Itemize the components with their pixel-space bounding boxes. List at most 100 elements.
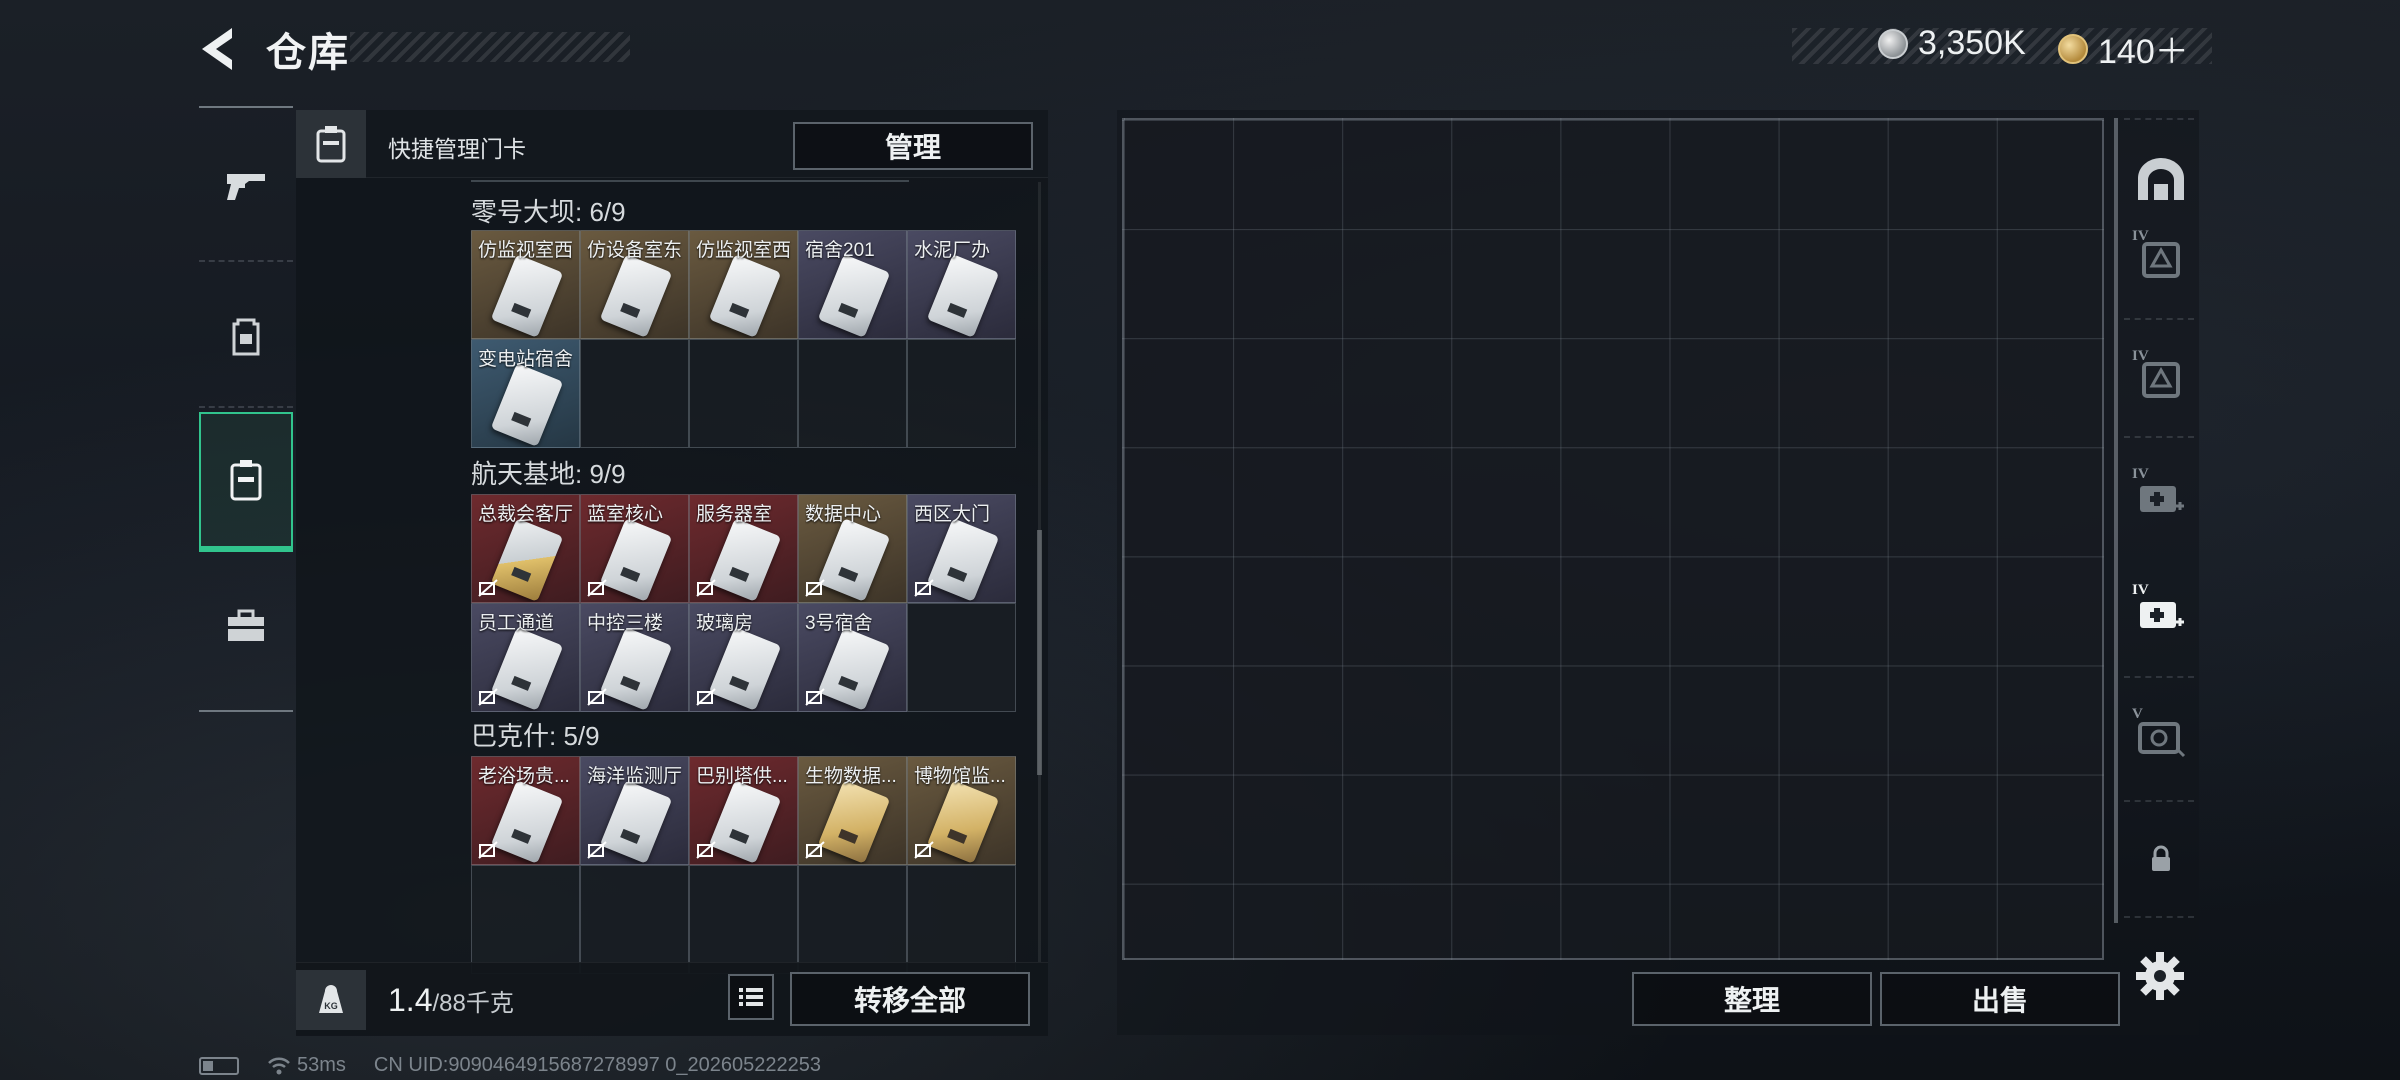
keycard-slot[interactable]: 西区大门 bbox=[907, 494, 1016, 603]
keycard-case-icon bbox=[230, 460, 262, 501]
storage-tab-vault[interactable] bbox=[2128, 146, 2194, 212]
silver-currency[interactable]: 3,350K bbox=[1878, 24, 2026, 63]
keycard-slot[interactable]: 博物馆监... bbox=[907, 756, 1016, 865]
nav-separator bbox=[199, 260, 293, 262]
keycard-slot[interactable]: 数据中心 bbox=[798, 494, 907, 603]
weight-icon: KG bbox=[319, 985, 343, 1013]
keycard-name: 蓝室核心 bbox=[587, 504, 664, 525]
keycard-scroll-thumb[interactable] bbox=[1037, 530, 1042, 775]
keycard-name: 总裁会客厅 bbox=[478, 504, 574, 525]
empty-slot[interactable] bbox=[798, 865, 907, 974]
keycard-slot[interactable]: 水泥厂办 bbox=[907, 230, 1016, 339]
keycard-slot[interactable]: 总裁会客厅 bbox=[471, 494, 580, 603]
keycard-icon bbox=[490, 363, 564, 447]
gold-currency[interactable]: 140＋ bbox=[2058, 24, 2189, 73]
nav-backpack[interactable] bbox=[199, 266, 293, 406]
silver-amount: 3,350K bbox=[1918, 24, 2026, 62]
gun-icon bbox=[227, 174, 265, 200]
empty-slot[interactable] bbox=[907, 603, 1016, 712]
keycard-icon bbox=[926, 254, 1000, 338]
weight-current: 1.4 bbox=[388, 982, 433, 1018]
keycard-name: 宿舍201 bbox=[805, 240, 875, 261]
keycard-name: 数据中心 bbox=[805, 504, 882, 525]
page-title: 仓库 bbox=[266, 31, 350, 75]
empty-slot[interactable] bbox=[689, 339, 798, 448]
storage-tab-locked[interactable] bbox=[2128, 826, 2194, 892]
untradeable-icon bbox=[696, 688, 716, 706]
untradeable-icon bbox=[805, 688, 825, 706]
keycard-slot[interactable]: 蓝室核心 bbox=[580, 494, 689, 603]
keycard-slot[interactable]: 服务器室 bbox=[689, 494, 798, 603]
keycard-name: 员工通道 bbox=[478, 613, 555, 634]
keycard-name: 中控三楼 bbox=[587, 613, 664, 634]
keycard-icon bbox=[490, 780, 564, 864]
title-decoration bbox=[350, 32, 630, 62]
untradeable-icon bbox=[914, 841, 934, 859]
storage-tab-tier-4-a[interactable]: IV bbox=[2128, 226, 2194, 292]
side-separator bbox=[2124, 800, 2194, 802]
storage-scrollbar[interactable] bbox=[2114, 118, 2118, 923]
storage-tab-tier-4-d[interactable]: IV bbox=[2128, 580, 2194, 646]
keycard-slot[interactable]: 巴别塔供... bbox=[689, 756, 798, 865]
network-status: 53ms bbox=[267, 1054, 346, 1077]
keycard-case-icon bbox=[316, 126, 346, 163]
nav-keycard-case[interactable] bbox=[199, 412, 293, 552]
keycard-slot[interactable]: 玻璃房 bbox=[689, 603, 798, 712]
keycard-icon bbox=[708, 627, 782, 711]
empty-slot[interactable] bbox=[689, 865, 798, 974]
list-icon bbox=[739, 988, 763, 1006]
lock-icon bbox=[2152, 845, 2170, 871]
keycard-slot[interactable]: 员工通道 bbox=[471, 603, 580, 712]
storage-tab-tier-4-c[interactable]: IV bbox=[2128, 464, 2194, 530]
keycard-slot[interactable]: 生物数据... bbox=[798, 756, 907, 865]
wifi-icon bbox=[268, 1057, 290, 1074]
keycard-case-badge bbox=[296, 110, 366, 178]
transfer-all-button[interactable]: 转移全部 bbox=[790, 972, 1030, 1026]
quick-manage-label: 快捷管理门卡 bbox=[388, 136, 526, 162]
sell-button[interactable]: 出售 bbox=[1880, 972, 2120, 1026]
empty-slot[interactable] bbox=[907, 865, 1016, 974]
nav-toolbox[interactable] bbox=[199, 556, 293, 696]
keycard-slot[interactable]: 变电站宿舍 bbox=[471, 339, 580, 448]
tidy-button[interactable]: 整理 bbox=[1632, 972, 1872, 1026]
keycard-slot[interactable]: 宿舍201 bbox=[798, 230, 907, 339]
keycard-slot[interactable]: 仿设备室东 bbox=[580, 230, 689, 339]
untradeable-icon bbox=[587, 688, 607, 706]
keycard-name: 老浴场贵... bbox=[478, 766, 570, 787]
keycard-slot[interactable]: 中控三楼 bbox=[580, 603, 689, 712]
keycard-slot[interactable]: 海洋监测厅 bbox=[580, 756, 689, 865]
untradeable-icon bbox=[696, 841, 716, 859]
empty-slot[interactable] bbox=[580, 865, 689, 974]
section-title-zero-dam: 零号大坝: 6/9 bbox=[471, 197, 626, 227]
silver-coin-icon bbox=[1878, 28, 1908, 59]
settings-button[interactable] bbox=[2132, 948, 2188, 1004]
toolbox-icon bbox=[228, 609, 264, 641]
storage-grid[interactable] bbox=[1122, 118, 2104, 960]
tier-label: IV bbox=[2132, 466, 2149, 482]
keycard-slot[interactable]: 3号宿舍 bbox=[798, 603, 907, 712]
keycard-name: 西区大门 bbox=[914, 504, 991, 525]
back-button[interactable] bbox=[196, 22, 242, 76]
tier-label: IV bbox=[2132, 582, 2149, 598]
storage-tab-tier-5[interactable]: V bbox=[2128, 704, 2194, 770]
untradeable-icon bbox=[478, 579, 498, 597]
storage-tab-tier-4-b[interactable]: IV bbox=[2128, 346, 2194, 412]
side-separator bbox=[2124, 676, 2194, 678]
keycard-slot[interactable]: 仿监视室西 bbox=[471, 230, 580, 339]
keycard-name: 博物馆监... bbox=[914, 766, 1006, 787]
list-view-button[interactable] bbox=[728, 974, 774, 1020]
keycard-icon bbox=[817, 627, 891, 711]
keycard-icon bbox=[817, 254, 891, 338]
empty-slot[interactable] bbox=[471, 865, 580, 974]
nav-weapons[interactable] bbox=[199, 116, 293, 256]
untradeable-icon bbox=[805, 841, 825, 859]
manage-button[interactable]: 管理 bbox=[793, 122, 1033, 170]
nav-bottom-line bbox=[199, 710, 293, 712]
keycard-slot[interactable]: 仿监视室西 bbox=[689, 230, 798, 339]
empty-slot[interactable] bbox=[580, 339, 689, 448]
keycard-slot[interactable]: 老浴场贵... bbox=[471, 756, 580, 865]
status-bar: 53ms CN UID:9090464915687278997 0_202605… bbox=[199, 1054, 821, 1077]
keycard-icon bbox=[708, 518, 782, 602]
empty-slot[interactable] bbox=[907, 339, 1016, 448]
empty-slot[interactable] bbox=[798, 339, 907, 448]
